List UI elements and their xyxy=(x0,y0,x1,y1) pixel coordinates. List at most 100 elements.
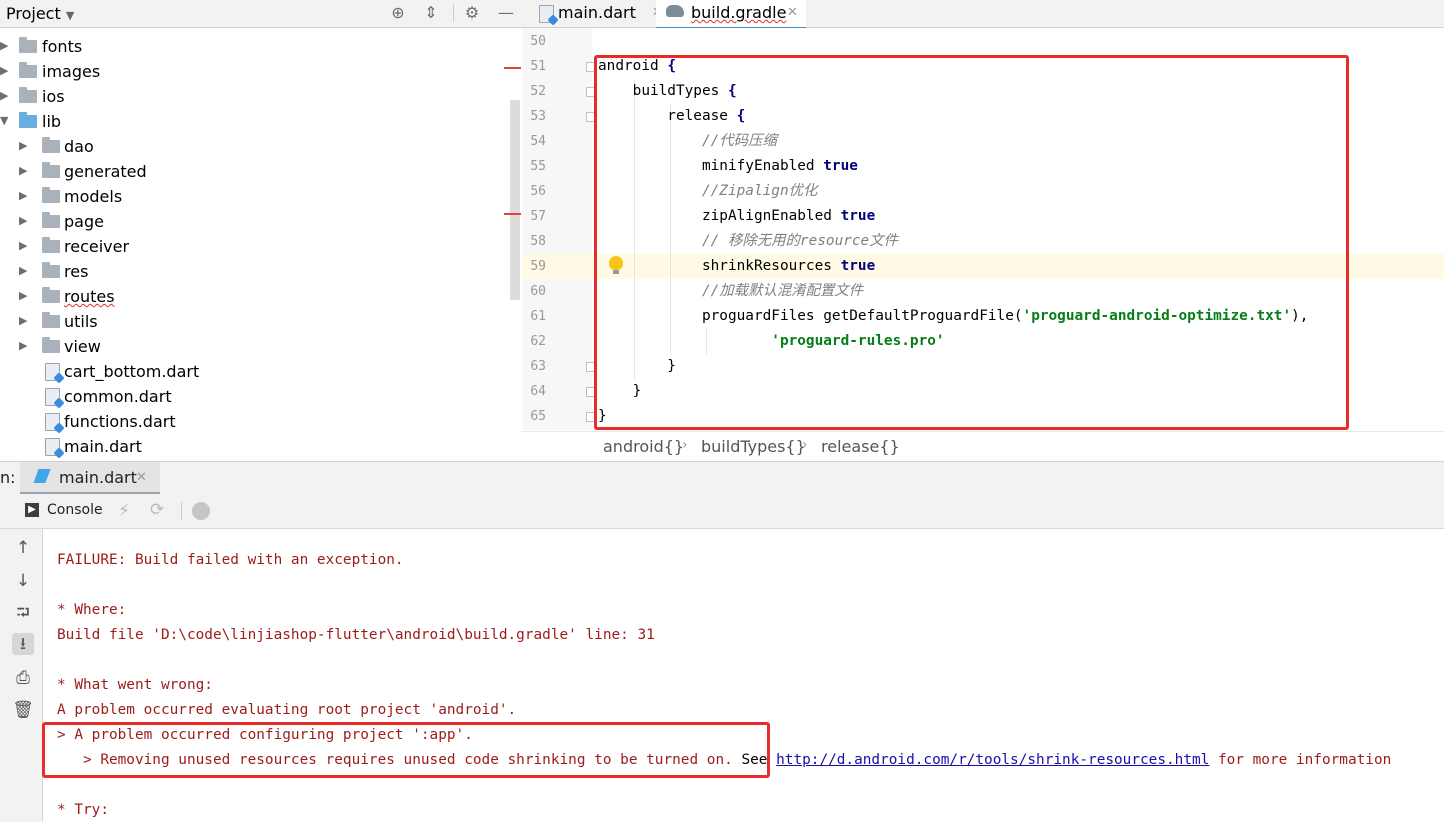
gradle-elephant-icon xyxy=(666,5,684,17)
breadcrumb-item[interactable]: buildTypes{} xyxy=(701,437,806,456)
console-link[interactable]: http://d.android.com/r/tools/shrink-reso… xyxy=(776,752,1209,768)
project-panel-header: Project ▼ ⊕ ⇕ ⚙ — xyxy=(0,0,522,28)
tab-run-main-dart[interactable]: main.dart ✕ xyxy=(20,462,160,495)
hot-restart-icon[interactable]: ⟳ xyxy=(150,500,164,520)
line-number: 65 xyxy=(530,409,546,424)
tree-item-label: functions.dart xyxy=(64,412,176,431)
error-stripe-marker[interactable] xyxy=(504,67,521,69)
tab-main-dart[interactable]: main.dart ✕ xyxy=(536,0,663,27)
line-number: 60 xyxy=(530,284,546,299)
tree-item-common-dart[interactable]: common.dart xyxy=(0,384,510,409)
locate-icon[interactable]: ⊕ xyxy=(388,3,408,23)
arrow-down-icon[interactable]: ↓ xyxy=(12,570,34,592)
console-tab[interactable]: ▶ Console xyxy=(20,494,108,528)
breadcrumb-item[interactable]: android{} xyxy=(603,437,684,456)
chevron-right-icon[interactable]: ▶ xyxy=(19,215,31,227)
project-title: Project xyxy=(6,4,61,23)
tree-item-utils[interactable]: ▶ utils xyxy=(0,309,510,334)
chevron-down-icon[interactable]: ▼ xyxy=(0,115,12,127)
devtools-icon[interactable] xyxy=(192,502,210,520)
tree-item-dao[interactable]: ▶ dao xyxy=(0,134,510,159)
project-tree: ▶ fonts ▶ images ▶ ios ▼ lib ▶ dao ▶ gen… xyxy=(0,28,522,460)
tree-item-functions-dart[interactable]: functions.dart xyxy=(0,409,510,434)
dart-file-icon xyxy=(45,363,60,381)
project-tree-scrollbar[interactable] xyxy=(510,100,520,300)
tab-build-gradle[interactable]: build.gradle ✕ xyxy=(656,0,806,30)
close-icon[interactable]: ✕ xyxy=(787,0,798,25)
annotation-highlight-box xyxy=(42,722,770,778)
tree-item-label: generated xyxy=(64,162,147,181)
line-number: 64 xyxy=(530,384,546,399)
chevron-right-icon: › xyxy=(682,437,688,453)
gear-icon[interactable]: ⚙ xyxy=(462,3,482,23)
chevron-right-icon[interactable]: ▶ xyxy=(19,290,31,302)
tree-item-label: routes xyxy=(64,287,115,306)
console-text: for more information xyxy=(1209,752,1392,768)
close-icon[interactable]: ✕ xyxy=(136,470,147,485)
tree-item-label: cart_bottom.dart xyxy=(64,362,200,381)
tree-item-label: utils xyxy=(64,312,98,331)
line-number: 59 xyxy=(530,259,546,274)
tree-item-receiver[interactable]: ▶ receiver xyxy=(0,234,510,259)
flash-icon[interactable]: ⚡ xyxy=(118,501,130,521)
collapse-all-icon[interactable]: ⇕ xyxy=(421,3,441,23)
tree-item-images[interactable]: ▶ images xyxy=(0,59,510,84)
tree-item-view[interactable]: ▶ view xyxy=(0,334,510,359)
console-line: Build file 'D:\code\linjiashop-flutter\a… xyxy=(57,627,655,643)
line-number: 53 xyxy=(530,109,546,124)
console-line: * Try: xyxy=(57,802,109,818)
chevron-right-icon[interactable]: ▶ xyxy=(0,40,12,52)
tree-item-generated[interactable]: ▶ generated xyxy=(0,159,510,184)
project-view-selector[interactable]: Project ▼ xyxy=(6,4,74,23)
tree-item-fonts[interactable]: ▶ fonts xyxy=(0,34,510,59)
chevron-right-icon[interactable]: ▶ xyxy=(19,265,31,277)
tree-item-label: common.dart xyxy=(64,387,172,406)
error-stripe-marker[interactable] xyxy=(504,213,521,215)
hide-panel-icon[interactable]: — xyxy=(496,3,516,23)
folder-icon xyxy=(42,187,60,203)
console-icon: ▶ xyxy=(25,503,39,517)
trash-icon[interactable]: 🗑 xyxy=(12,699,34,721)
arrow-up-icon[interactable]: ↑ xyxy=(12,537,34,559)
tree-item-label: res xyxy=(64,262,89,281)
chevron-right-icon[interactable]: ▶ xyxy=(19,140,31,152)
chevron-right-icon[interactable]: ▶ xyxy=(19,165,31,177)
annotation-highlight-box xyxy=(594,55,1349,430)
console-line: * Where: xyxy=(57,602,127,618)
chevron-right-icon[interactable]: ▶ xyxy=(0,90,12,102)
line-number: 62 xyxy=(530,334,546,349)
breadcrumb: android{} › buildTypes{} › release{} xyxy=(522,431,1444,461)
tree-item-ios[interactable]: ▶ ios xyxy=(0,84,510,109)
tree-item-label: page xyxy=(64,212,104,231)
folder-icon xyxy=(42,212,60,228)
tree-item-label: fonts xyxy=(42,37,83,56)
tab-label: main.dart xyxy=(558,3,636,22)
breadcrumb-item[interactable]: release{} xyxy=(821,437,900,456)
folder-icon xyxy=(19,87,37,103)
flutter-icon xyxy=(33,469,51,483)
scroll-to-end-icon[interactable]: ⭳ xyxy=(12,633,34,655)
tree-item-models[interactable]: ▶ models xyxy=(0,184,510,209)
soft-wrap-icon[interactable]: ⮒ xyxy=(12,602,34,624)
tree-item-routes[interactable]: ▶ routes xyxy=(0,284,510,309)
line-number: 61 xyxy=(530,309,546,324)
print-icon[interactable]: ⎙ xyxy=(12,667,34,689)
tree-item-main-dart[interactable]: main.dart xyxy=(0,434,510,459)
console-line: * What went wrong: xyxy=(57,677,213,693)
chevron-right-icon[interactable]: ▶ xyxy=(19,340,31,352)
tree-item-page[interactable]: ▶ page xyxy=(0,209,510,234)
chevron-right-icon[interactable]: ▶ xyxy=(19,315,31,327)
chevron-right-icon[interactable]: ▶ xyxy=(19,240,31,252)
console-side-toolbar: ↑ ↓ ⮒ ⭳ ⎙ 🗑 xyxy=(0,529,43,822)
tree-item-label: dao xyxy=(64,137,94,156)
tree-item-label: ios xyxy=(42,87,65,106)
tree-item-lib[interactable]: ▼ lib xyxy=(0,109,510,134)
chevron-right-icon[interactable]: ▶ xyxy=(19,190,31,202)
tree-item-res[interactable]: ▶ res xyxy=(0,259,510,284)
chevron-right-icon[interactable]: ▶ xyxy=(0,65,12,77)
tree-item-cart-bottom-dart[interactable]: cart_bottom.dart xyxy=(0,359,510,384)
tree-item-label: models xyxy=(64,187,123,206)
tree-item-label: main.dart xyxy=(64,437,142,456)
folder-icon xyxy=(19,37,37,53)
chevron-right-icon: › xyxy=(802,437,808,453)
